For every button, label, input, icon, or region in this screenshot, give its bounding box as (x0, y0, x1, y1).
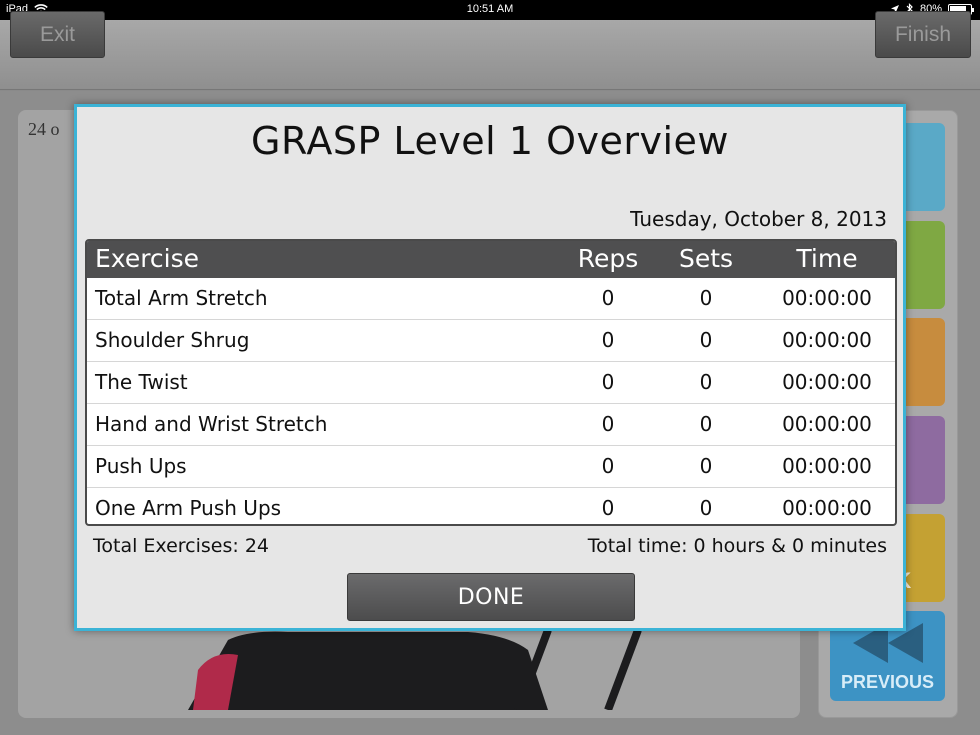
cell-sets: 0 (699, 496, 713, 520)
cell-sets: 0 (699, 328, 713, 352)
cell-exercise: Hand and Wrist Stretch (95, 412, 328, 436)
cell-exercise: Push Ups (95, 454, 187, 478)
table-row[interactable]: One Arm Push Ups 0 0 00:00:00 (87, 488, 895, 524)
cell-reps: 0 (601, 412, 615, 436)
table-row[interactable]: Total Arm Stretch 0 0 00:00:00 (87, 278, 895, 320)
cell-time: 00:00:00 (782, 454, 872, 478)
cell-sets: 0 (699, 454, 713, 478)
cell-time: 00:00:00 (782, 496, 872, 520)
table-row[interactable]: Hand and Wrist Stretch 0 0 00:00:00 (87, 404, 895, 446)
header-exercise: Exercise (95, 244, 200, 273)
header-reps: Reps (577, 244, 639, 273)
top-toolbar (0, 20, 980, 90)
cell-reps: 0 (601, 286, 615, 310)
cell-reps: 0 (601, 496, 615, 520)
exercise-table: Exercise Reps Sets Time Total Arm Stretc… (85, 239, 897, 526)
cell-sets: 0 (699, 412, 713, 436)
dialog-title: GRASP Level 1 Overview (251, 119, 729, 163)
exercise-counter: 24 o (28, 119, 60, 139)
table-header: Exercise Reps Sets Time (87, 241, 895, 278)
total-exercises: Total Exercises: 24 (93, 535, 269, 557)
header-time: Time (796, 244, 858, 273)
cell-exercise: The Twist (95, 370, 188, 394)
cell-sets: 0 (699, 370, 713, 394)
done-button[interactable]: DONE (347, 573, 635, 621)
status-time: 10:51 AM (466, 3, 514, 15)
cell-sets: 0 (699, 286, 713, 310)
cell-reps: 0 (601, 328, 615, 352)
finish-button[interactable]: Finish (875, 11, 971, 58)
table-row[interactable]: The Twist 0 0 00:00:00 (87, 362, 895, 404)
cell-exercise: Shoulder Shrug (95, 328, 250, 352)
dialog-date: Tuesday, October 8, 2013 (630, 207, 887, 231)
cell-exercise: Total Arm Stretch (95, 286, 268, 310)
table-row[interactable]: Shoulder Shrug 0 0 00:00:00 (87, 320, 895, 362)
cell-time: 00:00:00 (782, 328, 872, 352)
cell-exercise: One Arm Push Ups (95, 496, 282, 520)
total-time: Total time: 0 hours & 0 minutes (587, 535, 887, 557)
chair-image (188, 630, 642, 710)
table-row[interactable]: Push Ups 0 0 00:00:00 (87, 446, 895, 488)
status-bar: iPad 10:51 AM 80% (0, 0, 980, 20)
cell-time: 00:00:00 (782, 412, 872, 436)
overview-dialog: GRASP Level 1 Overview Tuesday, October … (74, 104, 906, 631)
header-sets: Sets (678, 244, 734, 273)
cell-time: 00:00:00 (782, 286, 872, 310)
cell-reps: 0 (601, 454, 615, 478)
cell-time: 00:00:00 (782, 370, 872, 394)
cell-reps: 0 (601, 370, 615, 394)
exit-button[interactable]: Exit (10, 11, 105, 58)
